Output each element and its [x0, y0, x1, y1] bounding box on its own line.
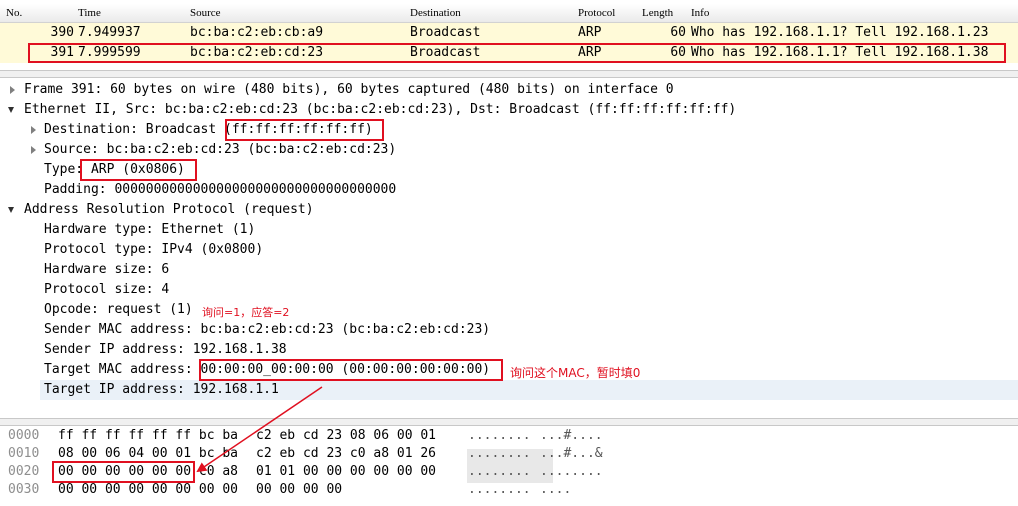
tree-item-arp-sender-mac[interactable]: Sender MAC address: bc:ba:c2:eb:cd:23 (b…: [44, 320, 490, 340]
packet-list-header: No. Time Source Destination Protocol Len…: [0, 4, 1018, 23]
packet-source: bc:ba:c2:eb:cb:a9: [190, 25, 324, 40]
tree-item-eth-source[interactable]: Source: bc:ba:c2:eb:cd:23 (bc:ba:c2:eb:c…: [44, 140, 396, 160]
expand-arrow-icon[interactable]: [31, 126, 36, 134]
hex-ascii[interactable]: ........: [468, 480, 531, 500]
eth-type-highlight-box: [80, 159, 197, 181]
tree-item-ethernet[interactable]: Ethernet II, Src: bc:ba:c2:eb:cd:23 (bc:…: [24, 100, 736, 120]
column-header-length[interactable]: Length: [642, 7, 673, 19]
expand-arrow-icon[interactable]: [10, 86, 15, 94]
collapse-arrow-icon[interactable]: [8, 107, 14, 113]
packet-row[interactable]: 390 7.949937 bc:ba:c2:eb:cb:a9 Broadcast…: [0, 23, 1018, 43]
tree-item-arp-protocol-type[interactable]: Protocol type: IPv4 (0x0800): [44, 240, 263, 260]
expand-arrow-icon[interactable]: [31, 146, 36, 154]
hex-bytes[interactable]: 01 01 00 00 00 00 00 00: [256, 462, 436, 482]
packet-time: 7.949937: [78, 25, 141, 40]
target-mac-label: Target MAC address:: [44, 362, 201, 377]
target-mac-highlight-box: [199, 359, 503, 381]
selected-row-highlight-box: [28, 43, 1006, 63]
eth-destination-highlight-box: [225, 119, 384, 141]
packet-length: 60: [670, 25, 686, 40]
column-header-protocol[interactable]: Protocol: [578, 7, 615, 19]
hex-ascii[interactable]: ........: [540, 462, 603, 482]
hex-offset: 0030: [8, 482, 40, 497]
column-header-no[interactable]: No.: [6, 7, 22, 19]
column-header-info[interactable]: Info: [691, 7, 709, 19]
column-header-time[interactable]: Time: [78, 7, 101, 19]
packet-list-pane: No. Time Source Destination Protocol Len…: [0, 0, 1018, 68]
hex-bytes[interactable]: ff ff ff ff ff ff bc ba: [58, 426, 238, 446]
hex-bytes[interactable]: c2 eb cd 23 08 06 00 01: [256, 426, 436, 446]
hex-ascii[interactable]: ........: [468, 426, 531, 446]
hex-bytes[interactable]: 00 00 00 00 00 00 00 00: [58, 480, 238, 500]
column-header-destination[interactable]: Destination: [410, 7, 461, 19]
packet-destination: Broadcast: [410, 25, 481, 40]
hex-ascii[interactable]: ....: [540, 480, 571, 500]
tree-item-arp-hardware-size[interactable]: Hardware size: 6: [44, 260, 169, 280]
tree-item-arp[interactable]: Address Resolution Protocol (request): [24, 200, 314, 220]
pane-splitter[interactable]: [0, 70, 1018, 78]
hex-bytes[interactable]: c2 eb cd 23 c0 a8 01 26: [256, 444, 436, 464]
column-header-source[interactable]: Source: [190, 7, 221, 19]
hex-offset: 0020: [8, 464, 40, 479]
hex-ascii[interactable]: ...#...&: [540, 444, 603, 464]
packet-info: Who has 192.168.1.1? Tell 192.168.1.23: [691, 25, 989, 40]
tree-item-arp-sender-ip[interactable]: Sender IP address: 192.168.1.38: [44, 340, 287, 360]
hex-offset: 0000: [8, 428, 40, 443]
hex-ascii[interactable]: ........: [468, 462, 531, 482]
packet-protocol: ARP: [578, 25, 602, 40]
tree-item-arp-protocol-size[interactable]: Protocol size: 4: [44, 280, 169, 300]
hex-bytes[interactable]: 00 00 00 00: [256, 480, 342, 500]
tree-item-arp-target-ip[interactable]: Target IP address: 192.168.1.1: [44, 380, 279, 400]
hex-ascii[interactable]: ........: [468, 444, 531, 464]
packet-no: 390: [50, 25, 74, 40]
tree-item-arp-hardware-type[interactable]: Hardware type: Ethernet (1): [44, 220, 255, 240]
tree-item-eth-padding[interactable]: Padding: 0000000000000000000000000000000…: [44, 180, 396, 200]
tree-item-arp-opcode[interactable]: Opcode: request (1): [44, 300, 193, 320]
hex-offset: 0010: [8, 446, 40, 461]
eth-destination-label: Destination: Broadcast: [44, 122, 225, 137]
target-mac-annotation: 询问这个MAC，暂时填0: [510, 366, 641, 380]
hex-ascii[interactable]: ...#....: [540, 426, 603, 446]
opcode-annotation: 询问=1，应答=2: [202, 306, 290, 319]
tree-item-frame[interactable]: Frame 391: 60 bytes on wire (480 bits), …: [24, 80, 674, 100]
collapse-arrow-icon[interactable]: [8, 207, 14, 213]
